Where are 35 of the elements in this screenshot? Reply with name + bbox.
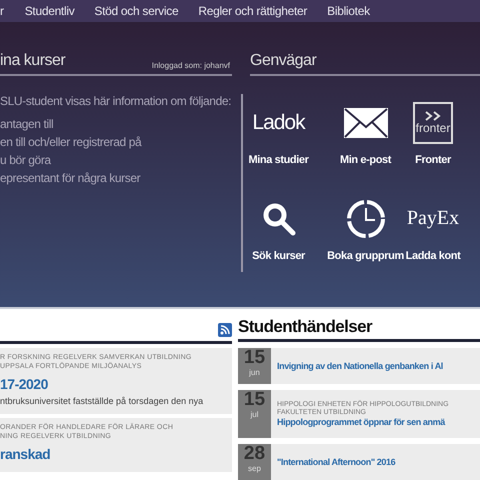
nav-link[interactable]: r: [0, 4, 4, 18]
section-heading: Genvägar: [250, 52, 480, 76]
shortcut-link[interactable]: Ladok Mina studier: [235, 100, 322, 166]
news-title[interactable]: ranskad: [0, 446, 232, 462]
date-badge: 15 jun: [238, 348, 271, 384]
nav-link[interactable]: Regler och rättigheter: [198, 4, 308, 18]
event-title[interactable]: Invigning av den Nationella genbanken i Al: [277, 361, 443, 371]
news-excerpt: ntbruksuniversitet fastställde på torsdagen den nya: [0, 396, 204, 406]
chevrons-icon: [425, 110, 441, 121]
fronter-logo: fronter: [413, 102, 453, 144]
ladok-logo: Ladok: [252, 110, 305, 135]
event-title[interactable]: Hippologprogrammet öppnar för sen anmä: [277, 417, 449, 427]
section-heading: Studenthändelser: [238, 317, 480, 342]
rss-icon: [218, 323, 232, 337]
shortcut-link[interactable]: Min e-post: [322, 100, 409, 166]
info-line: epresentant för några kurser: [0, 170, 142, 185]
shortcut-link[interactable]: fronter Fronter: [409, 100, 457, 166]
intro-text: SLU-student visas här information om följande:: [0, 94, 232, 108]
event-title[interactable]: "International Afternoon" 2016: [277, 457, 396, 467]
search-icon: [262, 202, 296, 236]
section-heading: ina kurser: [0, 52, 66, 70]
clock-icon: [346, 198, 386, 239]
envelope-icon: [342, 106, 388, 139]
login-status: Inloggad som: johanvf: [152, 60, 230, 70]
news-title[interactable]: 17-2020: [0, 376, 232, 392]
info-line: en till och/eller registrerad på: [0, 134, 143, 149]
shortcut-link[interactable]: Sök kurser: [235, 196, 322, 262]
nav-link[interactable]: Stöd och service: [94, 4, 178, 18]
info-line: u bör göra: [0, 152, 52, 167]
date-badge: 28 sep: [238, 444, 271, 480]
date-badge: 15 jul: [238, 390, 271, 438]
payex-logo: PayEx: [406, 207, 460, 230]
nav-link[interactable]: Studentliv: [24, 4, 74, 18]
nav-link[interactable]: Bibliotek: [327, 4, 370, 18]
info-line: antagen till: [0, 116, 54, 131]
